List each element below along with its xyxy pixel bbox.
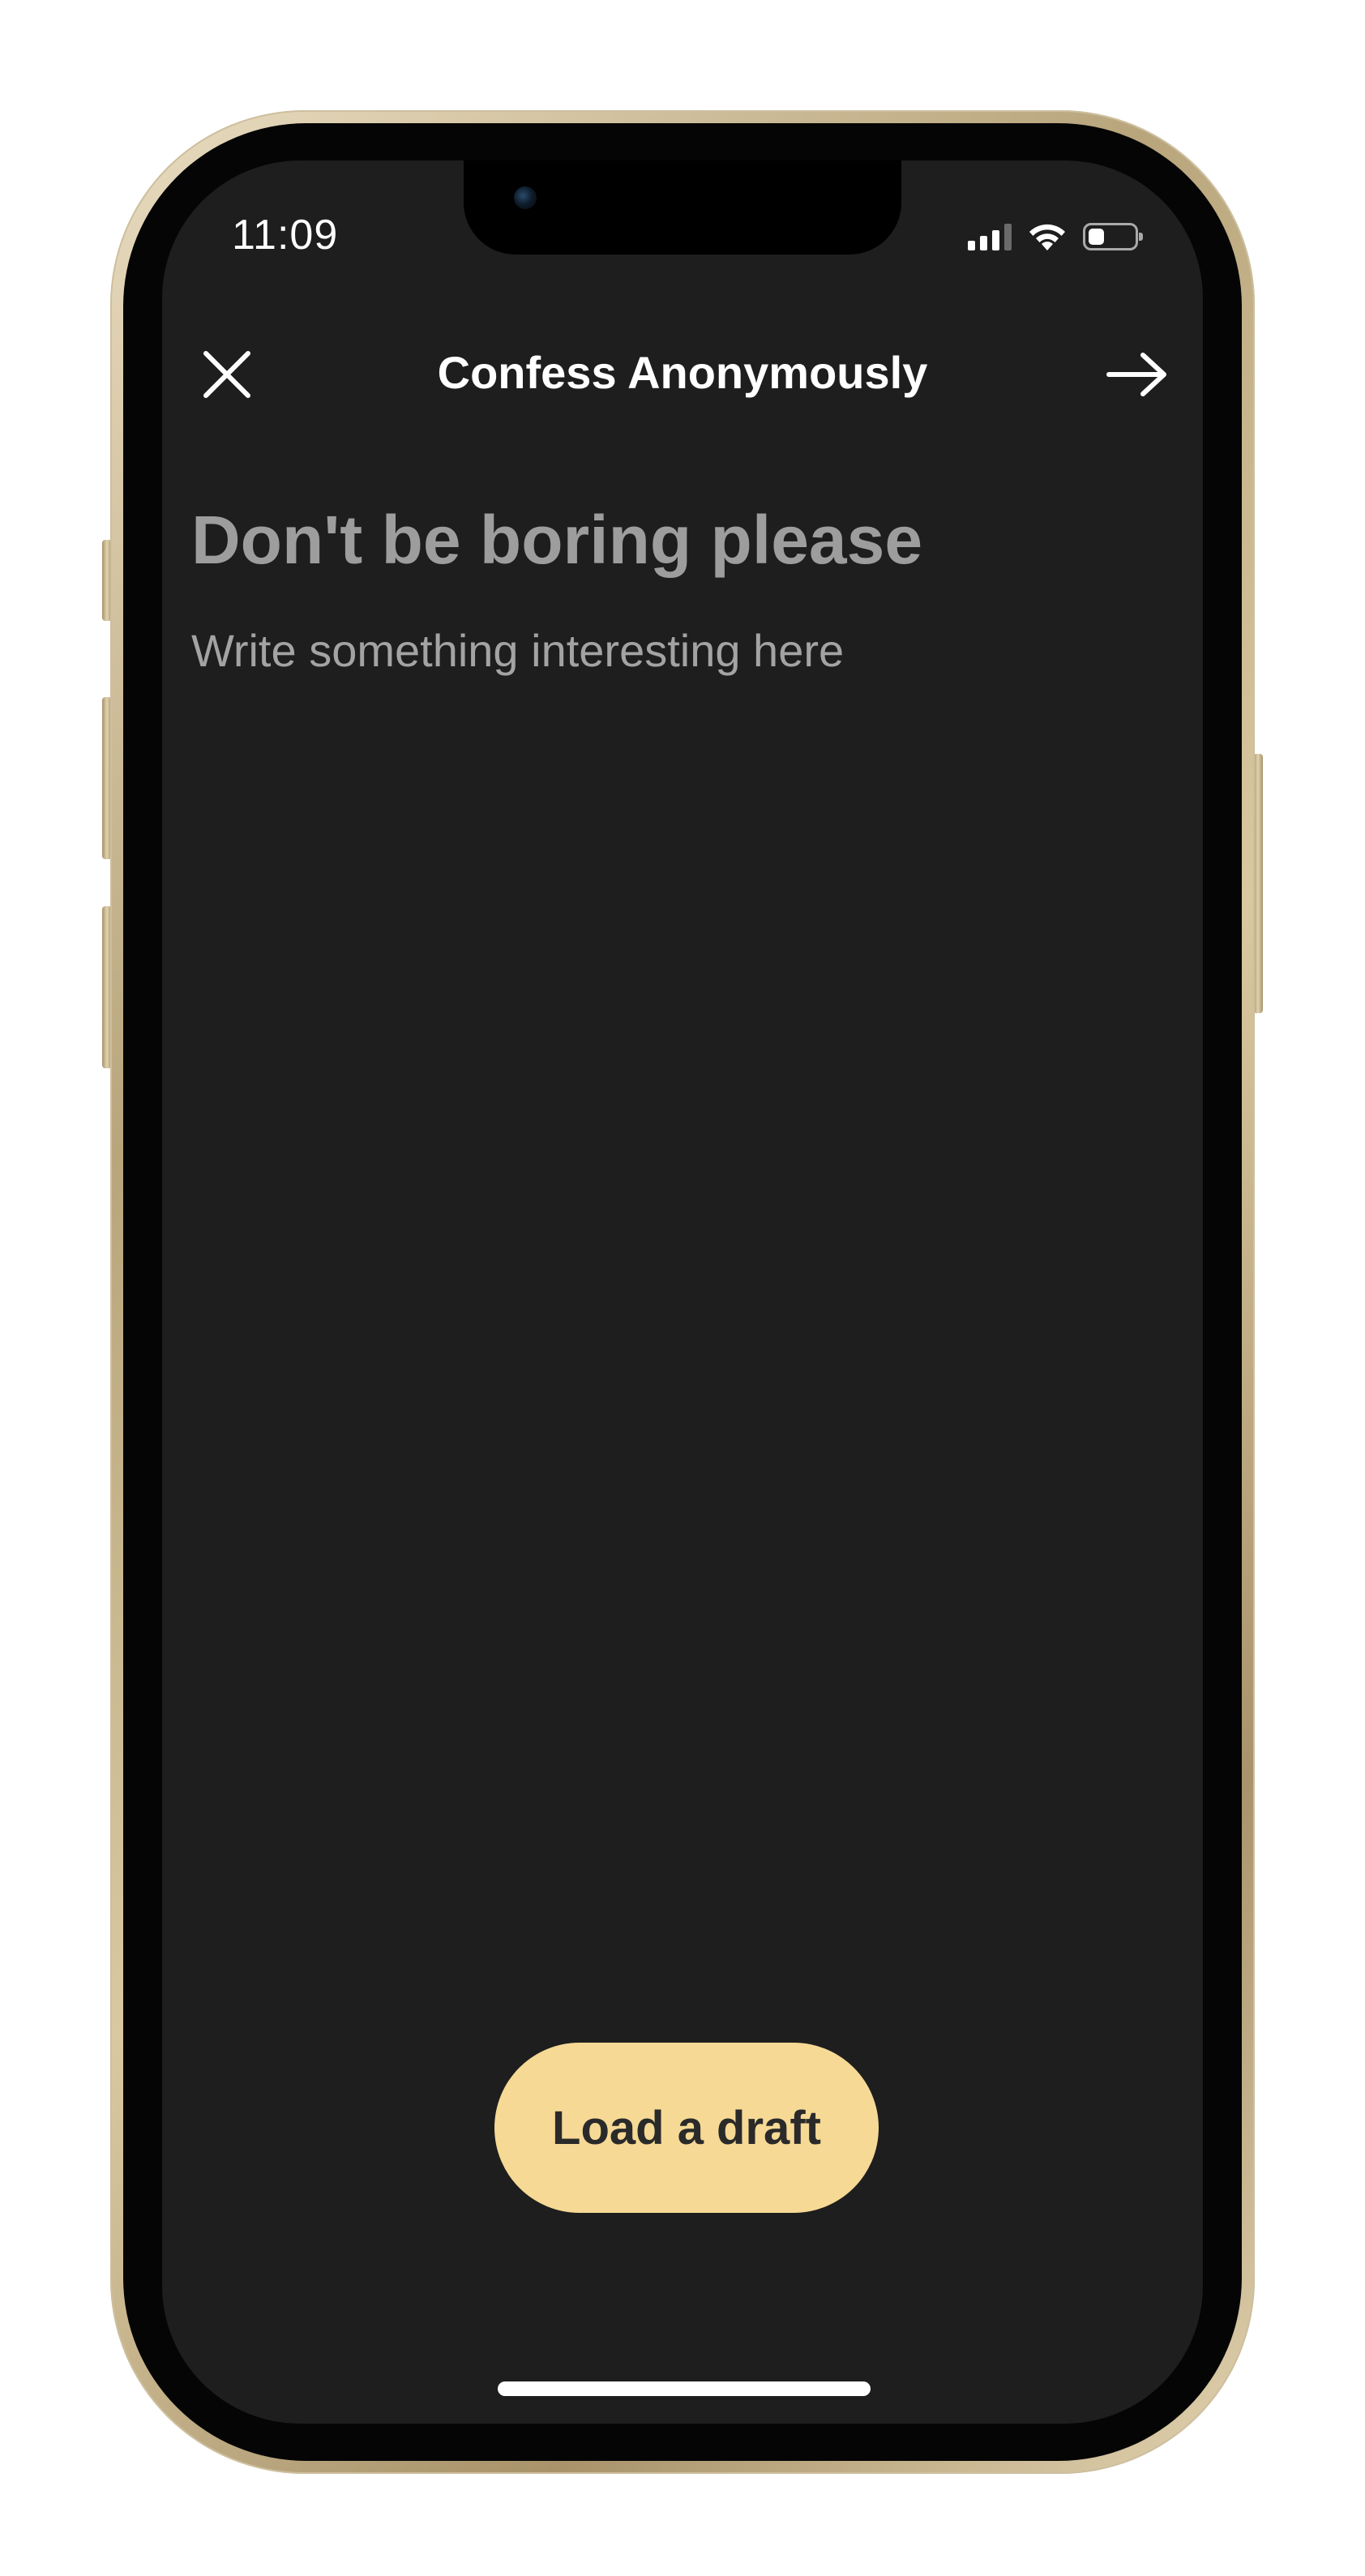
battery-icon — [1083, 223, 1143, 250]
front-camera-icon — [514, 186, 537, 209]
page-title: Confess Anonymously — [437, 347, 928, 398]
next-button[interactable] — [1102, 342, 1170, 407]
confession-body-input[interactable]: Write something interesting here — [191, 623, 1164, 679]
navigation-header: Confess Anonymously — [162, 331, 1203, 412]
home-indicator[interactable] — [498, 2381, 871, 2396]
status-icons — [968, 219, 1143, 255]
arrow-right-icon — [1106, 353, 1166, 396]
app-screen: 11:09 Confess Anonymously Don't be borin… — [162, 160, 1203, 2424]
confession-title-input[interactable]: Don't be boring please — [191, 499, 1164, 580]
wifi-icon — [1029, 224, 1065, 250]
status-time: 11:09 — [232, 212, 339, 259]
load-draft-button[interactable]: Load a draft — [494, 2043, 879, 2213]
device-mockup: 11:09 Confess Anonymously Don't be borin… — [0, 0, 1365, 2576]
notch — [464, 160, 901, 255]
battery-level — [1089, 229, 1104, 245]
signal-icon — [968, 223, 1012, 250]
